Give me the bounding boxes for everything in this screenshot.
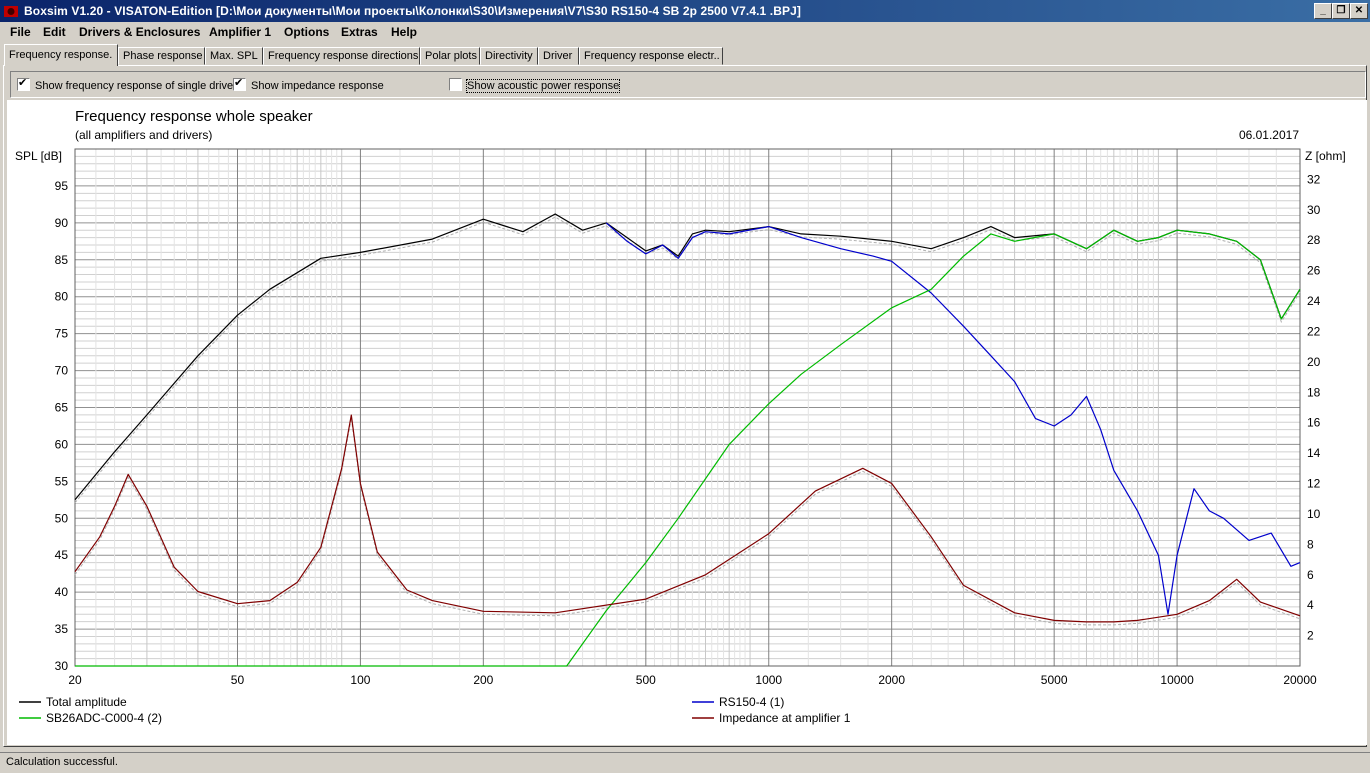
legend-label: SB26ADC-C000-4 (2) bbox=[46, 711, 162, 725]
chart-legend: Total amplitude SB26ADC-C000-4 (2) RS150-4… bbox=[19, 695, 851, 725]
y2-tick-label: 6 bbox=[1307, 568, 1314, 582]
tab-directivity[interactable]: Directivity bbox=[480, 47, 538, 65]
tab-polar-plots[interactable]: Polar plots bbox=[420, 47, 480, 65]
close-button[interactable]: ✕ bbox=[1350, 3, 1368, 19]
tweeter-curve bbox=[75, 229, 1301, 667]
y2-axis-label: Z [ohm] bbox=[1305, 149, 1346, 163]
y-tick-label: 50 bbox=[55, 511, 69, 525]
plot-area: Frequency response whole speaker (all am… bbox=[7, 100, 1367, 745]
legend-label: Total amplitude bbox=[46, 695, 127, 709]
x-tick-label: 50 bbox=[231, 673, 245, 687]
tab-max-spl[interactable]: Max. SPL bbox=[205, 47, 263, 65]
single-drive-checkbox[interactable]: Show frequency response of single drive bbox=[17, 76, 234, 92]
frequency-response-chart: Frequency response whole speaker (all am… bbox=[15, 108, 1346, 725]
single-drive-label: Show frequency response of single drive bbox=[35, 80, 234, 92]
checkbox-checked-icon[interactable] bbox=[17, 76, 30, 91]
y-tick-label: 35 bbox=[55, 622, 69, 636]
y-axis-label: SPL [dB] bbox=[15, 149, 62, 163]
y-tick-label: 70 bbox=[55, 364, 69, 378]
menu-bar: File Edit Drivers & Enclosures Amplifier… bbox=[0, 22, 1370, 43]
x-tick-label: 200 bbox=[473, 673, 493, 687]
y2-tick-label: 4 bbox=[1307, 598, 1314, 612]
y2-tick-label: 16 bbox=[1307, 416, 1321, 430]
tab-frequency-response-electrical[interactable]: Frequency response electr.. bbox=[579, 47, 723, 65]
app-icon bbox=[4, 6, 18, 17]
y2-tick-label: 14 bbox=[1307, 446, 1321, 460]
y-tick-label: 85 bbox=[55, 253, 69, 267]
y-tick-label: 90 bbox=[55, 216, 69, 230]
legend-label: Impedance at amplifier 1 bbox=[719, 711, 851, 725]
impedance-checkbox[interactable]: Show impedance response bbox=[233, 76, 384, 92]
chart-title: Frequency response whole speaker bbox=[75, 108, 313, 125]
y2-tick-label: 2 bbox=[1307, 629, 1314, 643]
x-tick-label: 5000 bbox=[1041, 673, 1068, 687]
chart-grid bbox=[74, 148, 1301, 667]
status-bar: Calculation successful. bbox=[0, 752, 1370, 773]
menu-drivers-enclosures[interactable]: Drivers & Enclosures bbox=[79, 25, 200, 39]
y-tick-label: 40 bbox=[55, 585, 69, 599]
menu-file[interactable]: File bbox=[10, 25, 31, 39]
x-tick-label: 500 bbox=[636, 673, 656, 687]
chart-date: 06.01.2017 bbox=[1239, 128, 1299, 142]
minimize-button[interactable]: _ bbox=[1314, 3, 1332, 19]
y-tick-label: 75 bbox=[55, 327, 69, 341]
y2-tick-label: 28 bbox=[1307, 233, 1321, 247]
y2-tick-label: 18 bbox=[1307, 385, 1321, 399]
menu-options[interactable]: Options bbox=[284, 25, 329, 39]
title-bar[interactable]: Boxsim V1.20 - VISATON-Edition [D:\Мои д… bbox=[0, 0, 1370, 22]
checkbox-unchecked-icon[interactable] bbox=[449, 78, 462, 91]
x-tick-label: 1000 bbox=[755, 673, 782, 687]
window-title: Boxsim V1.20 - VISATON-Edition [D:\Мои д… bbox=[24, 4, 801, 18]
y-tick-label: 30 bbox=[55, 659, 69, 673]
x-tick-label: 20 bbox=[68, 673, 82, 687]
y-tick-label: 95 bbox=[55, 179, 69, 193]
acoustic-power-label: Show acoustic power response bbox=[465, 79, 621, 93]
y-tick-label: 45 bbox=[55, 548, 69, 562]
chart-subtitle: (all amplifiers and drivers) bbox=[75, 128, 212, 142]
restore-button[interactable]: ❐ bbox=[1332, 3, 1350, 19]
menu-edit[interactable]: Edit bbox=[43, 25, 66, 39]
y2-tick-label: 30 bbox=[1307, 203, 1321, 217]
y-tick-label: 80 bbox=[55, 290, 69, 304]
x-tick-label: 100 bbox=[350, 673, 370, 687]
y-tick-label: 65 bbox=[55, 401, 69, 415]
y2-tick-label: 12 bbox=[1307, 477, 1321, 491]
y2-tick-label: 24 bbox=[1307, 294, 1321, 308]
tab-strip: Frequency response. Phase response Max. … bbox=[0, 44, 1370, 66]
y2-tick-label: 8 bbox=[1307, 537, 1314, 551]
y2-tick-label: 20 bbox=[1307, 355, 1321, 369]
y2-tick-label: 22 bbox=[1307, 324, 1321, 338]
y-tick-label: 55 bbox=[55, 474, 69, 488]
checkbox-checked-icon[interactable] bbox=[233, 76, 246, 91]
x-tick-label: 2000 bbox=[878, 673, 905, 687]
impedance-label: Show impedance response bbox=[251, 80, 384, 92]
total-amplitude-curve bbox=[74, 213, 1301, 501]
status-text: Calculation successful. bbox=[6, 756, 118, 768]
acoustic-power-checkbox[interactable]: Show acoustic power response bbox=[449, 78, 621, 93]
tab-frequency-response-directions[interactable]: Frequency response directions bbox=[263, 47, 420, 65]
menu-amplifier-1[interactable]: Amplifier 1 bbox=[209, 25, 271, 39]
tab-frequency-response[interactable]: Frequency response. bbox=[4, 44, 118, 66]
y2-tick-label: 10 bbox=[1307, 507, 1321, 521]
tab-phase-response[interactable]: Phase response bbox=[118, 47, 205, 65]
x-tick-label: 20000 bbox=[1283, 673, 1317, 687]
legend-label: RS150-4 (1) bbox=[719, 695, 784, 709]
y2-tick-label: 26 bbox=[1307, 264, 1321, 278]
y2-tick-label: 32 bbox=[1307, 172, 1321, 186]
tab-driver[interactable]: Driver bbox=[538, 47, 579, 65]
menu-help[interactable]: Help bbox=[391, 25, 417, 39]
impedance-curve-reference bbox=[74, 418, 1301, 626]
menu-extras[interactable]: Extras bbox=[341, 25, 378, 39]
x-tick-label: 10000 bbox=[1160, 673, 1194, 687]
y-tick-label: 60 bbox=[55, 437, 69, 451]
